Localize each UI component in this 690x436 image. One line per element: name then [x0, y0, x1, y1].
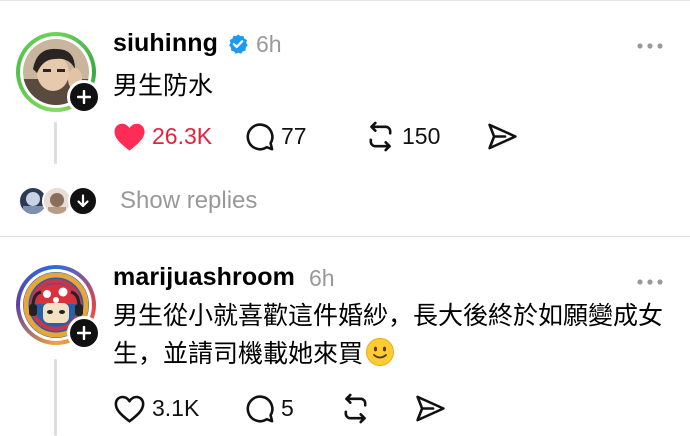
like-button[interactable]: 3.1K: [113, 394, 244, 424]
comment-icon: [246, 123, 274, 151]
post-time: 6h: [309, 265, 335, 291]
like-button[interactable]: 26.3K: [113, 122, 244, 152]
comment-button[interactable]: 77: [244, 121, 365, 152]
post-time: 6h: [256, 31, 282, 57]
arrow-down-icon: [77, 194, 89, 208]
repost-button[interactable]: [340, 393, 415, 424]
repost-count: 150: [402, 123, 441, 149]
show-replies-row[interactable]: Show replies: [18, 186, 257, 216]
comment-count: 5: [281, 395, 294, 421]
show-replies-link[interactable]: Show replies: [120, 187, 257, 215]
thread-post: marijuashroom 6h 男生從小就喜歡這件婚紗，長大後終於如願變成女生…: [0, 237, 690, 436]
post-text: 男生從小就喜歡這件婚紗，長大後終於如願變成女生，並請司機載她來買: [113, 297, 678, 373]
repost-icon: [344, 393, 367, 424]
more-options-icon[interactable]: [637, 279, 663, 285]
thread-line: [54, 122, 57, 164]
like-count: 26.3K: [152, 123, 213, 149]
more-options-icon[interactable]: [637, 43, 663, 49]
comment-count: 77: [281, 123, 307, 149]
follow-plus-button[interactable]: [67, 316, 101, 350]
plus-icon: [77, 90, 91, 104]
slightly-smiling-face-icon: [366, 338, 395, 366]
follow-plus-button[interactable]: [67, 80, 101, 114]
heart-outline-icon: [114, 395, 145, 423]
send-icon: [488, 123, 517, 150]
thread-post: siuhinng 6h 男生防水 26.3K 77 150 Show repli…: [0, 0, 690, 236]
share-button[interactable]: [487, 122, 518, 151]
share-button[interactable]: [415, 394, 446, 423]
post-text: 男生防水: [113, 71, 214, 100]
comment-icon: [246, 395, 274, 423]
expand-replies-button[interactable]: [68, 186, 98, 216]
send-icon: [416, 395, 445, 422]
repost-button[interactable]: 150: [365, 121, 487, 152]
action-bar: 3.1K 5: [113, 393, 446, 424]
like-count: 3.1K: [152, 395, 200, 421]
repost-icon: [369, 121, 392, 152]
heart-filled-icon: [114, 123, 145, 151]
username[interactable]: siuhinng: [113, 29, 218, 58]
action-bar: 26.3K 77 150: [113, 121, 518, 152]
username[interactable]: marijuashroom: [113, 263, 295, 292]
verified-badge-icon: [229, 34, 248, 54]
plus-icon: [77, 326, 91, 340]
thread-line: [54, 359, 57, 436]
comment-button[interactable]: 5: [244, 393, 340, 424]
